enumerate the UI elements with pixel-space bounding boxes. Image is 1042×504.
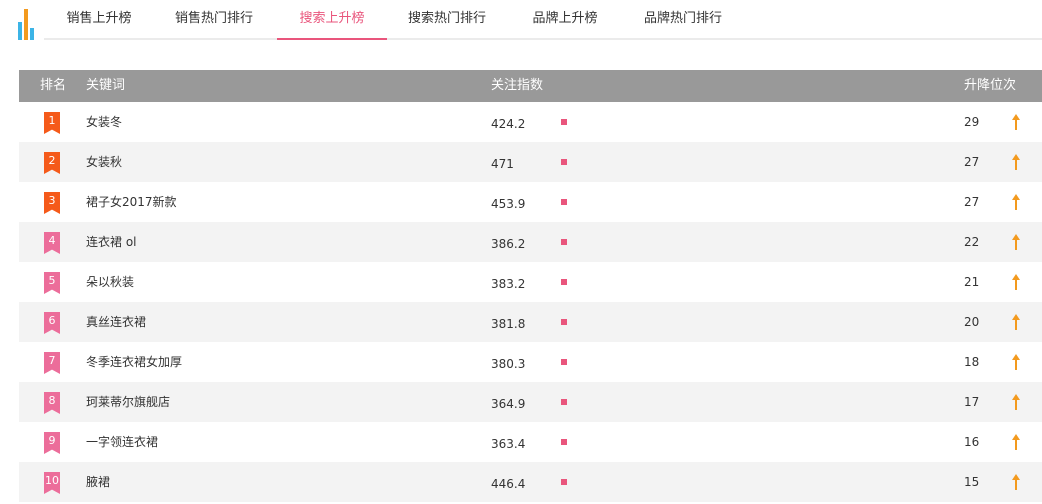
up-arrow-icon [1012,114,1020,130]
rank-change: 21 [964,275,980,289]
index-marker [561,399,567,405]
table-row[interactable]: 1 女装冬 424.2 29 [19,102,1042,142]
index-marker [561,239,567,245]
up-arrow-icon [1012,274,1020,290]
rank-badge: 2 [44,152,60,174]
ranking-tabs: 销售上升榜 销售热门排行 搜索上升榜 搜索热门排行 品牌上升榜 品牌热门排行 [44,0,1042,40]
tab-brand-rising[interactable]: 品牌上升榜 [510,0,620,38]
header-rank: 排名 [40,78,67,93]
keyword-link[interactable]: 女装秋 [86,142,122,182]
header-index: 关注指数 [491,78,544,93]
rank-change: 20 [964,315,980,329]
keyword-link[interactable]: 朵以秋装 [86,262,134,302]
up-arrow-icon [1012,154,1020,170]
rank-badge: 9 [44,432,60,454]
keyword-link[interactable]: 真丝连衣裙 [86,302,146,342]
index-marker [561,279,567,285]
table-row[interactable]: 10 腋裙 446.4 15 [19,462,1042,502]
up-arrow-icon [1012,474,1020,490]
keyword-link[interactable]: 一字领连衣裙 [86,422,158,462]
up-arrow-icon [1012,234,1020,250]
table-header: 排名 关键词 关注指数 升降位次 [19,70,1042,102]
rank-badge: 6 [44,312,60,334]
table-row[interactable]: 4 连衣裙 ol 386.2 22 [19,222,1042,262]
keyword-link[interactable]: 连衣裙 ol [86,222,137,262]
ranking-table: 排名 关键词 关注指数 升降位次 1 女装冬 424.2 29 2 女装秋 471 27 3 裙子… [19,70,1042,502]
header-change: 升降位次 [964,78,1017,93]
attention-index: 471 [491,157,514,171]
rank-badge: 10 [44,472,60,494]
keyword-link[interactable]: 腋裙 [86,462,110,502]
bar-chart-logo-icon [18,9,40,40]
table-row[interactable]: 8 珂莱蒂尔旗舰店 364.9 17 [19,382,1042,422]
up-arrow-icon [1012,394,1020,410]
up-arrow-icon [1012,354,1020,370]
table-row[interactable]: 7 冬季连衣裙女加厚 380.3 18 [19,342,1042,382]
tab-sales-hot[interactable]: 销售热门排行 [154,0,274,38]
attention-index: 453.9 [491,197,526,211]
attention-index: 386.2 [491,237,526,251]
rank-change: 15 [964,475,980,489]
rank-badge: 8 [44,392,60,414]
tab-sales-rising[interactable]: 销售上升榜 [44,0,154,38]
rank-change: 27 [964,155,980,169]
rank-change: 17 [964,395,980,409]
rank-badge: 1 [44,112,60,134]
rank-change: 18 [964,355,980,369]
index-marker [561,119,567,125]
rank-badge: 3 [44,192,60,214]
tab-brand-hot[interactable]: 品牌热门排行 [622,0,744,38]
attention-index: 383.2 [491,277,526,291]
attention-index: 381.8 [491,317,526,331]
keyword-link[interactable]: 珂莱蒂尔旗舰店 [86,382,170,422]
rank-badge: 5 [44,272,60,294]
rank-change: 27 [964,195,980,209]
keyword-link[interactable]: 裙子女2017新款 [86,182,177,222]
attention-index: 363.4 [491,437,526,451]
table-row[interactable]: 3 裙子女2017新款 453.9 27 [19,182,1042,222]
up-arrow-icon [1012,434,1020,450]
table-row[interactable]: 6 真丝连衣裙 381.8 20 [19,302,1042,342]
rank-change: 16 [964,435,980,449]
up-arrow-icon [1012,314,1020,330]
rank-change: 22 [964,235,980,249]
table-row[interactable]: 5 朵以秋装 383.2 21 [19,262,1042,302]
keyword-link[interactable]: 女装冬 [86,102,122,142]
index-marker [561,439,567,445]
table-row[interactable]: 2 女装秋 471 27 [19,142,1042,182]
rank-badge: 4 [44,232,60,254]
index-marker [561,199,567,205]
attention-index: 424.2 [491,117,526,131]
index-marker [561,479,567,485]
keyword-link[interactable]: 冬季连衣裙女加厚 [86,342,182,382]
table-row[interactable]: 9 一字领连衣裙 363.4 16 [19,422,1042,462]
up-arrow-icon [1012,194,1020,210]
tab-search-hot[interactable]: 搜索热门排行 [387,0,507,38]
attention-index: 446.4 [491,477,526,491]
attention-index: 380.3 [491,357,526,371]
index-marker [561,319,567,325]
header-keyword: 关键词 [86,78,126,93]
index-marker [561,159,567,165]
rank-badge: 7 [44,352,60,374]
attention-index: 364.9 [491,397,526,411]
rank-change: 29 [964,115,980,129]
index-marker [561,359,567,365]
tab-search-rising[interactable]: 搜索上升榜 [277,0,387,40]
